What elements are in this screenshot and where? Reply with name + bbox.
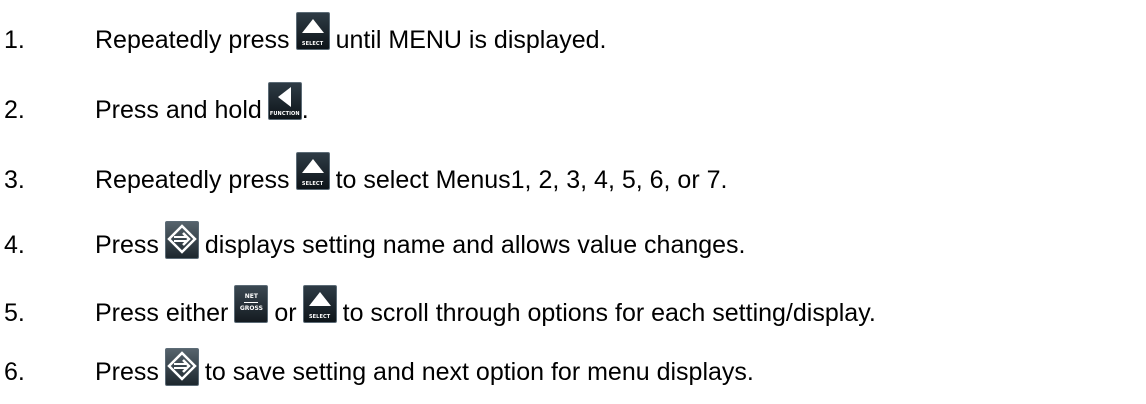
step-number: 3.	[4, 165, 25, 194]
select-button-icon: SELECT	[295, 12, 330, 50]
step-1: 1. Repeatedly press SELECT until MENU is…	[0, 12, 1146, 68]
net-gross-button-icon: NET GROSS	[234, 285, 269, 323]
step-text: Press either	[95, 298, 229, 327]
enter-arrow-icon	[164, 348, 199, 386]
select-button-icon: SELECT	[295, 152, 330, 190]
step-number: 4.	[4, 230, 25, 259]
step-text: Press and hold	[95, 95, 262, 124]
step-text: Repeatedly press	[95, 25, 290, 54]
select-button-icon: SELECT	[302, 285, 337, 323]
step-text: Press	[95, 357, 159, 386]
step-number: 1.	[4, 25, 25, 54]
step-text: Repeatedly press	[95, 165, 290, 194]
instruction-list: 1. Repeatedly press SELECT until MENU is…	[0, 0, 1146, 404]
step-text: to select Menus1, 2, 3, 4, 5, 6, or 7.	[335, 165, 728, 194]
step-text: Press	[95, 230, 159, 259]
function-button-icon: FUNCTION	[267, 82, 302, 120]
step-text: displays setting name and allows value c…	[204, 230, 746, 259]
step-text: to save setting and next option for menu…	[204, 357, 754, 386]
step-6: 6. Press to save setting and next option…	[0, 344, 1146, 400]
step-text: until MENU is displayed.	[335, 25, 607, 54]
step-2: 2. Press and hold FUNCTION .	[0, 82, 1146, 138]
step-number: 6.	[4, 357, 25, 386]
step-3: 3. Repeatedly press SELECT to select Men…	[0, 152, 1146, 208]
step-number: 2.	[4, 95, 25, 124]
step-text: or	[274, 298, 297, 327]
step-text: to scroll through options for each setti…	[342, 298, 876, 327]
step-number: 5.	[4, 298, 25, 327]
enter-arrow-icon	[164, 221, 199, 259]
step-text: .	[301, 95, 309, 124]
step-4: 4. Press displays setting name and allow…	[0, 217, 1146, 273]
step-5: 5. Press either NET GROSS or SELECT to s…	[0, 285, 1146, 341]
